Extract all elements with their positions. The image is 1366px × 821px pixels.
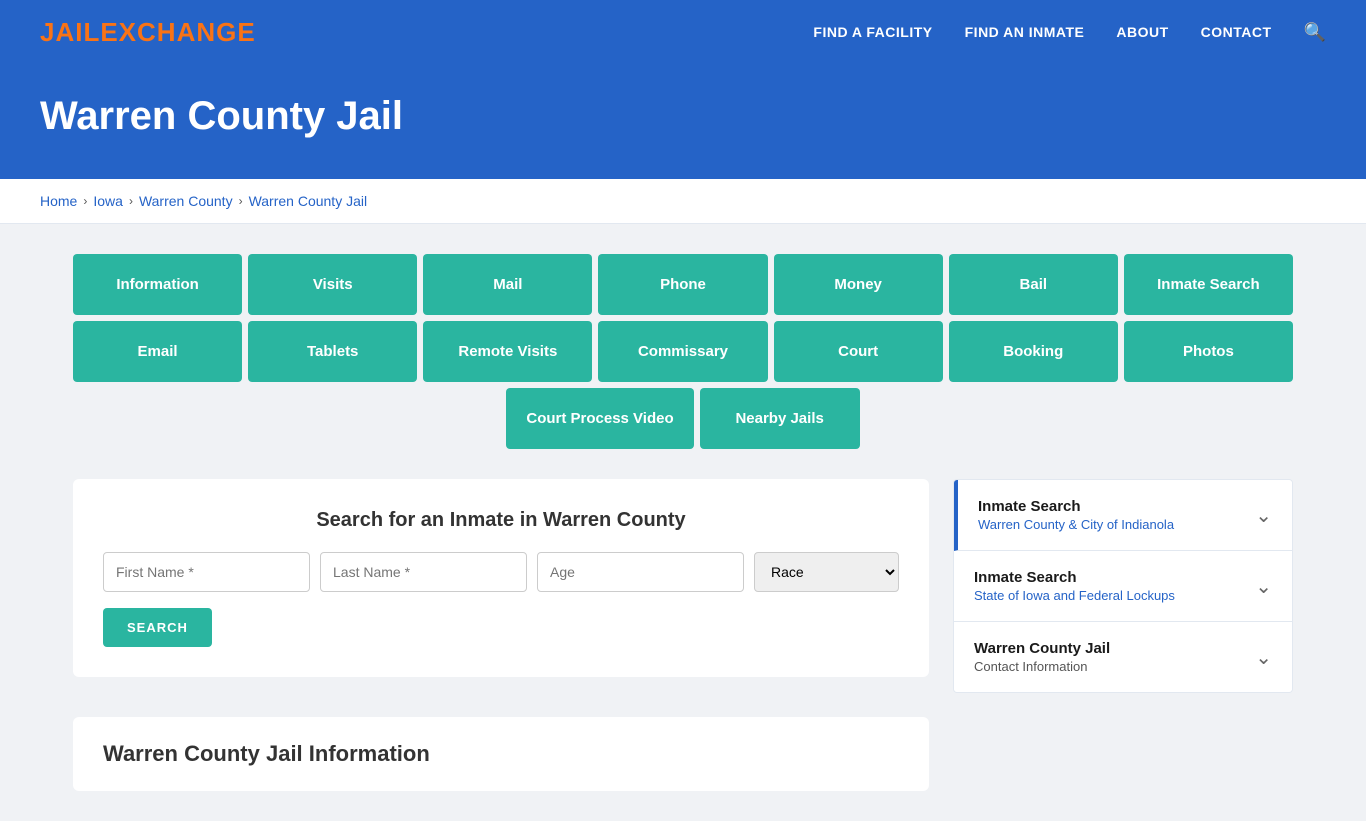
- btn-inmate-search[interactable]: Inmate Search: [1124, 254, 1293, 315]
- btn-phone[interactable]: Phone: [598, 254, 767, 315]
- logo-jail: JAIL: [40, 17, 100, 47]
- sidebar-panel-subtitle-contact: Contact Information: [974, 659, 1110, 674]
- btn-court-process-video[interactable]: Court Process Video: [506, 388, 693, 449]
- btn-nearby-jails[interactable]: Nearby Jails: [700, 388, 860, 449]
- breadcrumb-sep-2: ›: [129, 194, 133, 208]
- logo[interactable]: JAILEXCHANGE: [40, 17, 256, 48]
- sidebar-panel-text-iowa: Inmate Search State of Iowa and Federal …: [974, 569, 1175, 603]
- sidebar-panel-title-iowa: Inmate Search: [974, 569, 1175, 586]
- nav-find-inmate[interactable]: FIND AN INMATE: [965, 24, 1085, 40]
- breadcrumb-iowa[interactable]: Iowa: [93, 193, 123, 209]
- sidebar-panel-text-contact: Warren County Jail Contact Information: [974, 640, 1110, 674]
- breadcrumb-home[interactable]: Home: [40, 193, 77, 209]
- sidebar-panel-title-contact: Warren County Jail: [974, 640, 1110, 657]
- info-section: Warren County Jail Information: [73, 717, 929, 791]
- grid-row-1: Information Visits Mail Phone Money Bail…: [73, 254, 1293, 315]
- breadcrumb: Home › Iowa › Warren County › Warren Cou…: [40, 193, 1326, 209]
- grid-row-2: Email Tablets Remote Visits Commissary C…: [73, 321, 1293, 382]
- sidebar-panel-text-warren: Inmate Search Warren County & City of In…: [978, 498, 1174, 532]
- info-title: Warren County Jail Information: [103, 741, 899, 767]
- header: JAILEXCHANGE FIND A FACILITY FIND AN INM…: [0, 0, 1366, 64]
- breadcrumb-bar: Home › Iowa › Warren County › Warren Cou…: [0, 179, 1366, 224]
- page-title: Warren County Jail: [40, 94, 1326, 139]
- sidebar-panel-inmate-search-iowa[interactable]: Inmate Search State of Iowa and Federal …: [954, 551, 1292, 622]
- btn-bail[interactable]: Bail: [949, 254, 1118, 315]
- main-content: Information Visits Mail Phone Money Bail…: [33, 254, 1333, 791]
- main-nav: FIND A FACILITY FIND AN INMATE ABOUT CON…: [813, 22, 1326, 43]
- btn-tablets[interactable]: Tablets: [248, 321, 417, 382]
- btn-visits[interactable]: Visits: [248, 254, 417, 315]
- btn-email[interactable]: Email: [73, 321, 242, 382]
- first-name-input[interactable]: [103, 552, 310, 592]
- btn-mail[interactable]: Mail: [423, 254, 592, 315]
- search-icon-button[interactable]: 🔍: [1304, 22, 1326, 43]
- last-name-input[interactable]: [320, 552, 527, 592]
- inmate-search-panel: Search for an Inmate in Warren County Ra…: [73, 479, 929, 677]
- sidebar-panel-subtitle-warren: Warren County & City of Indianola: [978, 517, 1174, 532]
- btn-money[interactable]: Money: [774, 254, 943, 315]
- chevron-down-icon-warren: ⌄: [1255, 503, 1272, 528]
- logo-exchange: EXCHANGE: [100, 17, 255, 47]
- breadcrumb-warren-county-jail[interactable]: Warren County Jail: [249, 193, 368, 209]
- sidebar-spacer: [953, 693, 1293, 791]
- btn-booking[interactable]: Booking: [949, 321, 1118, 382]
- sidebar-panel-subtitle-iowa: State of Iowa and Federal Lockups: [974, 588, 1175, 603]
- age-input[interactable]: [537, 552, 744, 592]
- nav-find-facility[interactable]: FIND A FACILITY: [813, 24, 932, 40]
- chevron-down-icon-contact: ⌄: [1255, 645, 1272, 670]
- lower-bottom: Warren County Jail Information: [73, 693, 1293, 791]
- hero-banner: Warren County Jail: [0, 64, 1366, 179]
- btn-court[interactable]: Court: [774, 321, 943, 382]
- btn-commissary[interactable]: Commissary: [598, 321, 767, 382]
- search-title: Search for an Inmate in Warren County: [103, 509, 899, 532]
- nav-contact[interactable]: CONTACT: [1201, 24, 1272, 40]
- breadcrumb-sep-3: ›: [239, 194, 243, 208]
- sidebar-panel-contact-info[interactable]: Warren County Jail Contact Information ⌄: [954, 622, 1292, 692]
- btn-information[interactable]: Information: [73, 254, 242, 315]
- breadcrumb-warren-county[interactable]: Warren County: [139, 193, 233, 209]
- btn-remote-visits[interactable]: Remote Visits: [423, 321, 592, 382]
- breadcrumb-sep-1: ›: [83, 194, 87, 208]
- search-button[interactable]: SEARCH: [103, 608, 212, 647]
- sidebar-panel-title-warren: Inmate Search: [978, 498, 1174, 515]
- nav-about[interactable]: ABOUT: [1116, 24, 1168, 40]
- race-select[interactable]: Race White Black Hispanic Asian Other: [754, 552, 899, 592]
- btn-photos[interactable]: Photos: [1124, 321, 1293, 382]
- sidebar-panels: Inmate Search Warren County & City of In…: [953, 479, 1293, 693]
- sidebar-panel-inmate-search-warren[interactable]: Inmate Search Warren County & City of In…: [954, 480, 1292, 551]
- lower-section: Search for an Inmate in Warren County Ra…: [73, 479, 1293, 693]
- grid-row-3: Court Process Video Nearby Jails: [73, 388, 1293, 449]
- chevron-down-icon-iowa: ⌄: [1255, 574, 1272, 599]
- search-fields: Race White Black Hispanic Asian Other: [103, 552, 899, 592]
